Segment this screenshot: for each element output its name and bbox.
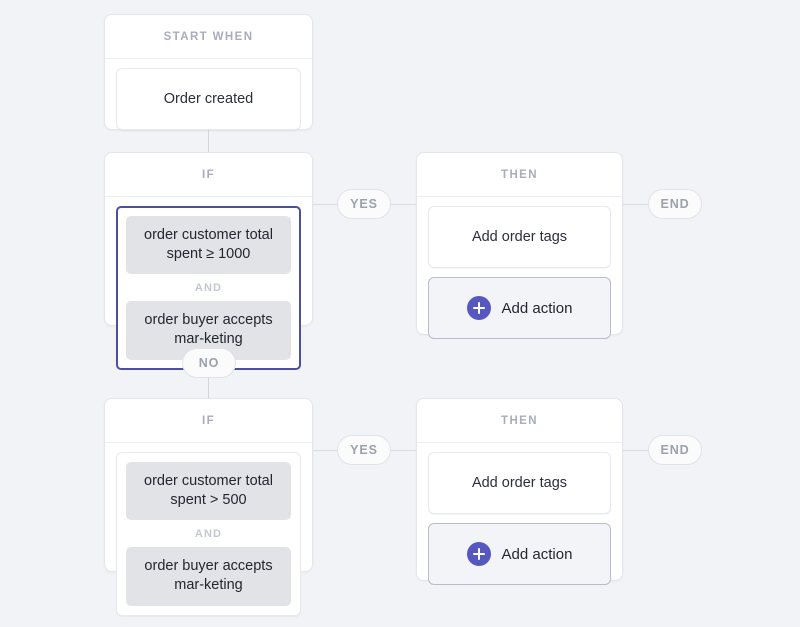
trigger-group-header: START WHEN [105,15,312,59]
end-badge-1[interactable]: END [648,189,702,219]
workflow-canvas: START WHEN Order created IF order custom… [0,0,800,589]
action-card-label: Add order tags [472,475,567,491]
condition-panel-1[interactable]: order customer total spent ≥ 1000 AND or… [116,206,301,370]
plus-circle-icon [467,542,491,566]
add-action-button-2[interactable]: Add action [428,523,611,585]
add-action-button-1[interactable]: Add action [428,277,611,339]
condition-chip[interactable]: order buyer accepts mar-keting [126,547,291,605]
then-group-1-header: THEN [417,153,622,197]
if-group-1-header: IF [105,153,312,197]
then-group-2-body: Add order tags Add action [417,443,622,596]
connector-no-to-if2 [208,378,209,400]
connector-yes1-to-then1 [391,204,416,205]
condition-chip[interactable]: order customer total spent ≥ 1000 [126,216,291,274]
connector-then2-to-end2 [623,450,648,451]
then-group-1-body: Add order tags Add action [417,197,622,350]
no-badge-1[interactable]: NO [182,348,236,378]
connector-yes2-to-then2 [391,450,416,451]
then-group-1[interactable]: THEN Add order tags Add action [416,152,623,335]
yes-badge-2[interactable]: YES [337,435,391,465]
condition-operator-label: AND [126,520,291,547]
condition-panel-2[interactable]: order customer total spent > 500 AND ord… [116,452,301,616]
if-group-1[interactable]: IF order customer total spent ≥ 1000 AND… [104,152,313,326]
action-card-2[interactable]: Add order tags [428,452,611,514]
if-group-2-header: IF [105,399,312,443]
trigger-group[interactable]: START WHEN Order created [104,14,313,130]
connector-if1-to-yes1 [313,204,337,205]
if-group-2-body: order customer total spent > 500 AND ord… [105,443,312,627]
trigger-card-label: Order created [164,91,253,107]
yes-badge-1[interactable]: YES [337,189,391,219]
action-card-label: Add order tags [472,229,567,245]
add-action-label: Add action [502,300,573,317]
condition-operator-label: AND [126,274,291,301]
trigger-card[interactable]: Order created [116,68,301,130]
condition-chip[interactable]: order customer total spent > 500 [126,462,291,520]
then-group-2-header: THEN [417,399,622,443]
if-group-2[interactable]: IF order customer total spent > 500 AND … [104,398,313,572]
end-badge-2[interactable]: END [648,435,702,465]
connector-then1-to-end1 [623,204,648,205]
action-card-1[interactable]: Add order tags [428,206,611,268]
add-action-label: Add action [502,546,573,563]
plus-circle-icon [467,296,491,320]
connector-if2-to-yes2 [313,450,337,451]
then-group-2[interactable]: THEN Add order tags Add action [416,398,623,581]
trigger-group-body: Order created [105,59,312,141]
